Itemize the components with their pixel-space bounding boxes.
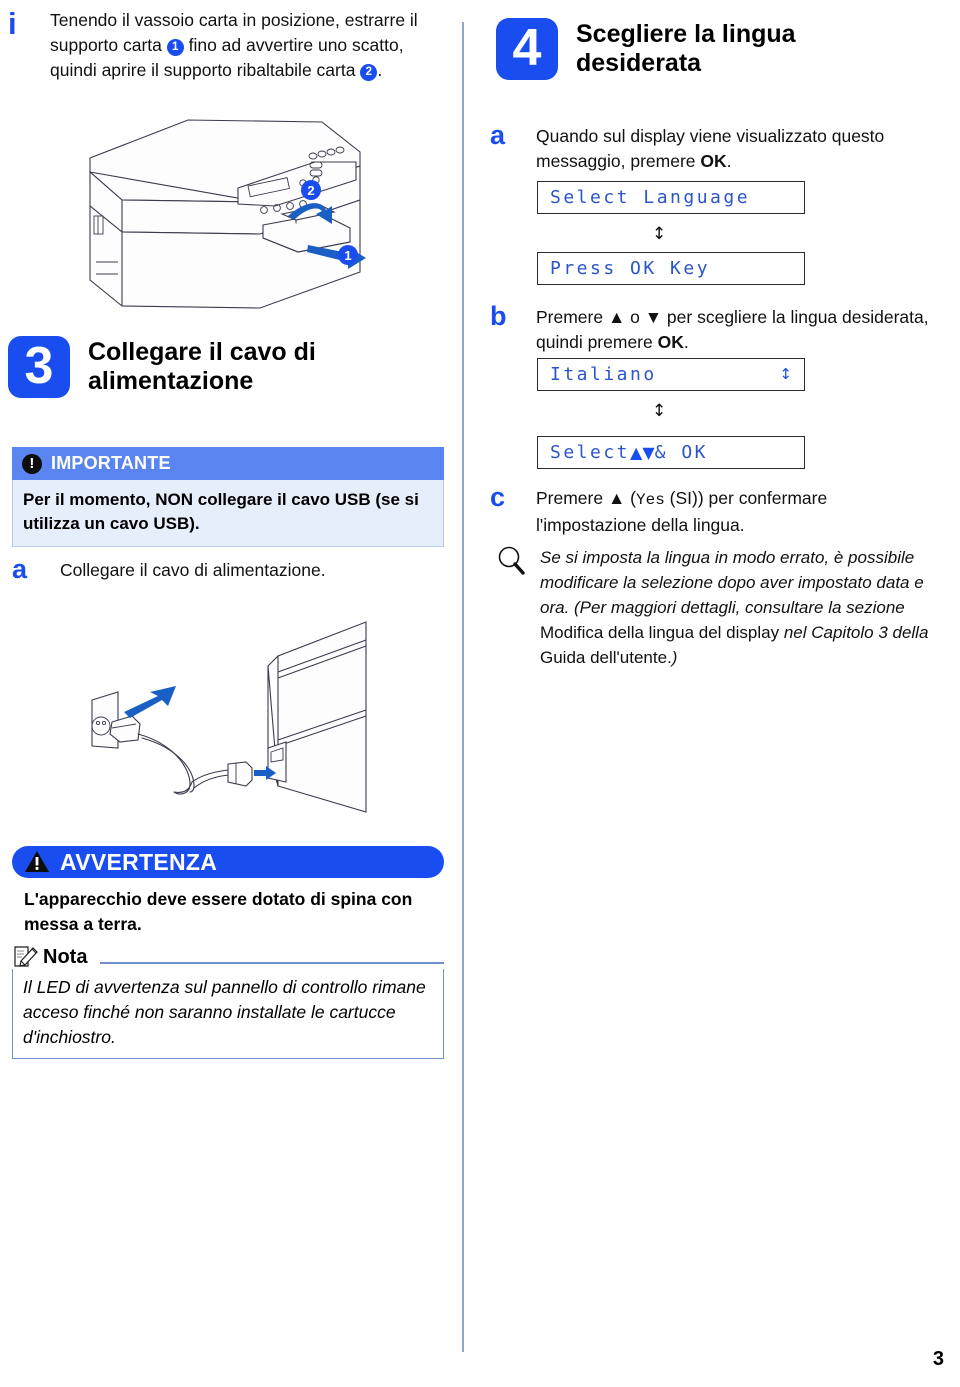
info-i-icon: i [8,6,17,41]
step-4-sub-a-letter: a [490,120,506,150]
step-4-sub-c-yes: Yes [635,491,665,509]
column-divider [462,22,464,1352]
step-4-sub-b-ok: OK [657,332,684,352]
lcd-connector-arrow-1: ↕ [652,224,667,244]
exclamation-icon: ! [22,453,42,474]
importante-callout: ! IMPORTANTE Per il momento, NON collega… [12,447,444,547]
lcd-press-ok-key: Press OK Key [537,252,805,285]
inline-badge-2: 2 [360,64,378,81]
step-4-sub-c-text: Premere ▲ (Yes (SI)) per confermare l'im… [536,486,936,538]
lcd-select-updown-post: & OK [654,442,708,463]
printer-tray-illustration: 2 1 [89,119,366,309]
tip-part-2: nel Capitolo 3 della [779,623,929,642]
step-4-sub-b-letter: b [490,301,507,331]
lcd-italiano: Italiano ↕ [537,358,805,391]
step-4-sub-c-tip: Se si imposta la lingua in modo errato, … [540,545,932,670]
importante-body: Per il momento, NON collegare il cavo US… [12,480,444,547]
printer-callout-2-label: 2 [307,183,314,198]
nota-header: Nota [12,944,444,970]
lcd-updown-glyph-icon: ▲▼ [630,443,655,462]
printer-callout-1-label: 1 [344,248,351,263]
step-4-sub-a-post: . [726,151,732,171]
step-3-title: Collegare il cavo di alimentazione [88,338,316,395]
step-4-sub-b-post: . [683,332,689,352]
note-pencil-icon [14,946,38,967]
warning-triangle-icon [25,851,49,872]
guide-page: i Tenendo il vassoio carta in posizione,… [0,0,960,1387]
lcd-select-language-text: Select Language [550,187,751,208]
page-number: 3 [932,1348,944,1370]
lcd-select-updown-ok: Select ▲▼ & OK [537,436,805,469]
power-cord-outlet-illustration [91,621,367,813]
lcd-select-language: Select Language [537,181,805,214]
step-4-sub-c-letter: c [490,482,506,512]
tip-upright-1: Modifica della lingua del display [540,623,780,642]
tip-upright-2: Guida dell'utente. [540,648,672,667]
step-3-sub-a-letter: a [12,554,28,584]
lcd-press-ok-key-text: Press OK Key [550,258,711,279]
step-4-header: 4 Scegliere la lingua desiderata [496,18,906,80]
lcd-select-updown-pre: Select [550,442,631,463]
nota-label: Nota [43,945,88,968]
magnifier-icon [498,546,525,575]
avvertenza-label: AVVERTENZA [60,848,218,875]
inline-badge-1: 1 [166,39,184,56]
avvertenza-body: L'apparecchio deve essere dotato di spin… [24,889,413,934]
avvertenza-callout: AVVERTENZA L'apparecchio deve essere dot… [12,846,444,939]
importante-label: IMPORTANTE [51,453,171,473]
step-3-number: 3 [8,336,70,398]
nota-callout: Nota Il LED di avvertenza sul pannello d… [12,944,444,1059]
top-tip-part3: . [377,60,383,80]
lcd-updown-arrows-icon: ↕ [779,365,792,383]
nota-body: Il LED di avvertenza sul pannello di con… [12,969,444,1059]
lcd-italiano-text: Italiano [550,364,657,385]
importante-header: ! IMPORTANTE [12,447,444,480]
step-4-title: Scegliere la lingua desiderata [576,20,796,77]
step-4-sub-b-pre: Premere ▲ o ▼ per scegliere la lingua de… [536,307,929,352]
nota-rule [100,962,444,964]
avvertenza-header: AVVERTENZA [12,846,444,878]
tip-part-3: ) [671,648,678,667]
step-4-sub-a-text: Quando sul display viene visualizzato qu… [536,124,936,174]
top-tip-text: Tenendo il vassoio carta in posizione, e… [50,8,435,83]
lcd-connector-arrow-2: ↕ [652,401,667,421]
step-4-sub-c-pre: Premere ▲ ( [536,488,636,508]
step-4-sub-b-text: Premere ▲ o ▼ per scegliere la lingua de… [536,305,936,355]
tip-part-1: Se si imposta la lingua in modo errato, … [540,548,924,617]
step-3-header: 3 Collegare il cavo di alimentazione [8,336,418,398]
step-3-sub-a-text: Collegare il cavo di alimentazione. [60,560,326,580]
step-4-number: 4 [496,18,558,80]
step-4-sub-a-ok: OK [700,151,727,171]
